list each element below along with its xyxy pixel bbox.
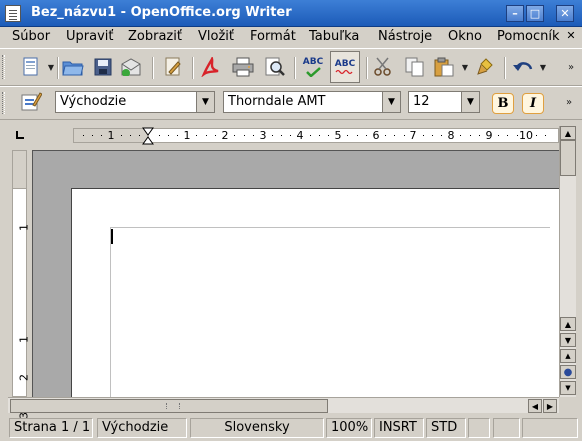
edit-file-icon[interactable] xyxy=(160,54,186,80)
scroll-left-button[interactable]: ◀ xyxy=(528,399,542,413)
ruler-label: 1 xyxy=(17,336,31,343)
status-bar: Strana 1 / 1 Východzie Slovensky 100% IN… xyxy=(0,417,582,441)
font-name-value: Thorndale AMT xyxy=(228,94,326,109)
new-dropdown-chevron-down-icon[interactable]: ▼ xyxy=(46,54,56,80)
menu-format[interactable]: Formát xyxy=(250,29,296,44)
toolbar-separator xyxy=(366,57,368,79)
autospellcheck-icon[interactable]: ABC xyxy=(330,51,360,83)
status-page-style[interactable]: Východzie xyxy=(97,418,187,438)
ruler-label: 2 xyxy=(17,374,31,381)
menu-file[interactable]: Súbor xyxy=(12,29,50,44)
top-margin-area xyxy=(12,150,27,188)
styles-and-formatting-icon[interactable] xyxy=(18,89,44,115)
spellcheck-icon[interactable]: ABC xyxy=(300,54,326,80)
menu-help[interactable]: Pomocník xyxy=(497,29,559,44)
open-folder-icon[interactable] xyxy=(60,54,86,80)
text-cursor xyxy=(111,229,113,244)
indent-marker-icon[interactable] xyxy=(142,126,154,146)
scroll-up-button[interactable]: ▲ xyxy=(560,126,576,140)
ruler-label: 1 xyxy=(17,224,31,231)
status-zoom[interactable]: 100% xyxy=(326,418,372,438)
font-size-value: 12 xyxy=(413,94,430,109)
vertical-scroll-thumb[interactable] xyxy=(560,140,576,176)
scroll-right-button[interactable]: ▶ xyxy=(543,399,557,413)
cut-icon[interactable] xyxy=(370,54,396,80)
undo-icon[interactable] xyxy=(510,54,536,80)
toolbar-grip[interactable] xyxy=(2,92,5,114)
export-pdf-icon[interactable] xyxy=(198,54,224,80)
minimize-button[interactable]: – xyxy=(506,5,524,22)
vertical-ruler-scale: 1 1 2 3 xyxy=(12,188,31,419)
document-page[interactable] xyxy=(71,188,559,397)
toolbar-overflow-icon[interactable]: » xyxy=(564,89,574,115)
formatting-toolbar: Východzie ▼ Thorndale AMT ▼ 12 ▼ B I » xyxy=(0,86,582,120)
font-size-select[interactable]: 12 ▼ xyxy=(408,91,480,113)
window-title: Bez_názvu1 - OpenOffice.org Writer xyxy=(31,5,292,20)
clone-formatting-icon[interactable] xyxy=(474,54,500,80)
menu-bar: Súbor Upraviť Zobraziť Vložiť Formát Tab… xyxy=(0,27,582,48)
status-object-info xyxy=(522,418,578,438)
menu-edit[interactable]: Upraviť xyxy=(66,29,113,44)
navigator-icon[interactable]: ● xyxy=(560,365,576,379)
chevron-down-icon[interactable]: ▼ xyxy=(196,92,214,112)
status-insert-mode[interactable]: INSRT xyxy=(374,418,424,438)
spellcheck-label: ABC xyxy=(302,57,324,67)
undo-dropdown-chevron-down-icon[interactable]: ▼ xyxy=(538,54,548,80)
send-mail-icon[interactable] xyxy=(118,54,144,80)
menu-table[interactable]: Tabuľka xyxy=(309,29,359,44)
vertical-ruler[interactable]: 1 1 2 3 xyxy=(8,150,32,419)
copy-icon[interactable] xyxy=(402,54,428,80)
bold-button[interactable]: B xyxy=(492,93,514,114)
scroll-up-button[interactable]: ▲ xyxy=(560,317,576,331)
menu-window[interactable]: Okno xyxy=(448,29,482,44)
vertical-scrollbar[interactable]: ▲ ▲ ▼ ▲ ● ▼ xyxy=(559,126,576,397)
toolbar-separator xyxy=(504,57,506,79)
scroll-down-button[interactable]: ▼ xyxy=(560,333,576,347)
maximize-button[interactable]: □ xyxy=(526,5,544,22)
close-window-button[interactable]: ✕ xyxy=(556,5,574,22)
menu-tools[interactable]: Nástroje xyxy=(378,29,432,44)
autospellcheck-label: ABC xyxy=(334,59,356,69)
text-boundary xyxy=(110,227,111,397)
font-name-select[interactable]: Thorndale AMT ▼ xyxy=(223,91,401,113)
new-document-icon[interactable] xyxy=(18,54,44,80)
text-boundary xyxy=(110,227,550,228)
writer-app-icon[interactable] xyxy=(5,5,21,22)
status-signature[interactable] xyxy=(493,418,520,438)
previous-page-icon[interactable]: ▲ xyxy=(560,349,576,363)
status-page[interactable]: Strana 1 / 1 xyxy=(9,418,93,438)
paste-dropdown-chevron-down-icon[interactable]: ▼ xyxy=(460,54,470,80)
status-selection-mode[interactable]: STD xyxy=(426,418,466,438)
title-bar: Bez_názvu1 - OpenOffice.org Writer – □ ✕ xyxy=(0,0,582,27)
toolbar-separator xyxy=(192,57,194,79)
left-tab-icon xyxy=(16,131,24,139)
italic-button[interactable]: I xyxy=(522,93,544,114)
next-page-icon[interactable]: ▼ xyxy=(560,381,576,395)
save-icon[interactable] xyxy=(90,54,116,80)
paste-icon[interactable] xyxy=(432,54,458,80)
status-language[interactable]: Slovensky xyxy=(190,418,324,438)
close-document-button[interactable]: ✕ xyxy=(564,29,578,44)
tab-type-selector[interactable] xyxy=(8,126,32,146)
menu-view[interactable]: Zobraziť xyxy=(128,29,182,44)
toolbar-separator xyxy=(152,57,154,79)
horizontal-scrollbar[interactable]: ◀ ▶ xyxy=(8,397,559,413)
chevron-down-icon[interactable]: ▼ xyxy=(461,92,479,112)
paragraph-style-value: Východzie xyxy=(60,94,127,109)
toolbar-separator xyxy=(57,57,59,79)
toolbar-separator xyxy=(294,57,296,79)
standard-toolbar: ▼ ABC ABC ▼ ▼ » xyxy=(0,48,582,86)
paragraph-style-select[interactable]: Východzie ▼ xyxy=(55,91,215,113)
toolbar-overflow-icon[interactable]: » xyxy=(566,54,576,80)
menu-insert[interactable]: Vložiť xyxy=(198,29,234,44)
horizontal-scroll-thumb[interactable] xyxy=(10,399,328,413)
toolbar-grip[interactable] xyxy=(2,55,5,79)
page-preview-icon[interactable] xyxy=(262,54,288,80)
document-canvas[interactable] xyxy=(32,150,559,397)
status-modified[interactable] xyxy=(468,418,490,438)
chevron-down-icon[interactable]: ▼ xyxy=(382,92,400,112)
print-icon[interactable] xyxy=(230,54,256,80)
